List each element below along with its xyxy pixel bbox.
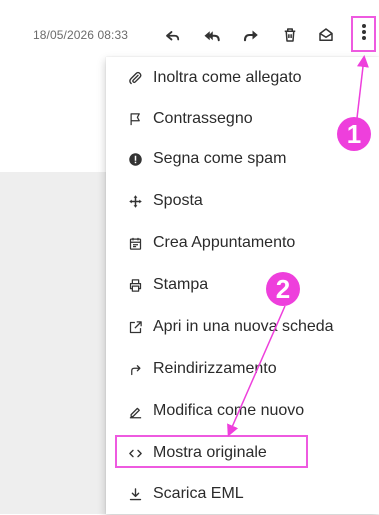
- open-new-tab-icon: [127, 319, 143, 335]
- menu-item-label: Stampa: [153, 276, 209, 293]
- menu-item-open-new-tab[interactable]: Apri in una nuova scheda: [106, 306, 379, 348]
- menu-item-label: Scarica EML: [153, 485, 244, 502]
- flag-icon: [127, 111, 143, 127]
- download-icon: [127, 486, 143, 502]
- paperclip-icon: [127, 70, 143, 86]
- printer-icon: [127, 277, 143, 293]
- delete-icon[interactable]: [279, 24, 301, 46]
- menu-item-label: Inoltra come allegato: [153, 69, 302, 86]
- redirect-icon: [127, 361, 143, 377]
- menu-item-print[interactable]: Stampa: [106, 264, 379, 306]
- calendar-icon: [127, 235, 143, 251]
- menu-item-label: Crea Appuntamento: [153, 234, 296, 251]
- forward-icon[interactable]: [240, 24, 262, 46]
- edit-icon: [127, 403, 143, 419]
- menu-item-label: Contrassegno: [153, 110, 253, 127]
- menu-item-edit-as-new[interactable]: Modifica come nuovo: [106, 390, 379, 432]
- menu-item-forward-as-attachment[interactable]: Inoltra come allegato: [106, 57, 379, 99]
- move-icon: [127, 193, 143, 209]
- mark-unread-icon[interactable]: [315, 24, 337, 46]
- annotation-badge-2: 2: [266, 272, 300, 306]
- more-options-icon: [361, 23, 367, 46]
- reply-icon[interactable]: [162, 24, 184, 46]
- menu-item-label: Modifica come nuovo: [153, 402, 305, 419]
- reply-all-icon[interactable]: [201, 24, 223, 46]
- menu-item-label: Reindirizzamento: [153, 360, 277, 377]
- menu-item-download-eml[interactable]: Scarica EML: [106, 473, 379, 515]
- menu-item-label: Apri in una nuova scheda: [153, 318, 334, 335]
- show-original-highlight: [115, 435, 308, 468]
- menu-item-mark-spam[interactable]: Segna come spam: [106, 138, 379, 180]
- menu-item-create-appointment[interactable]: Crea Appuntamento: [106, 222, 379, 264]
- spam-icon: [127, 151, 143, 167]
- menu-item-redirect[interactable]: Reindirizzamento: [106, 348, 379, 390]
- menu-item-label: Segna come spam: [153, 150, 287, 167]
- annotation-badge-1: 1: [337, 117, 371, 151]
- message-timestamp: 18/05/2026 08:33: [33, 28, 129, 42]
- menu-item-label: Sposta: [153, 192, 203, 209]
- menu-item-move[interactable]: Sposta: [106, 180, 379, 222]
- background-panel: [0, 172, 114, 514]
- more-options-button[interactable]: [351, 16, 376, 52]
